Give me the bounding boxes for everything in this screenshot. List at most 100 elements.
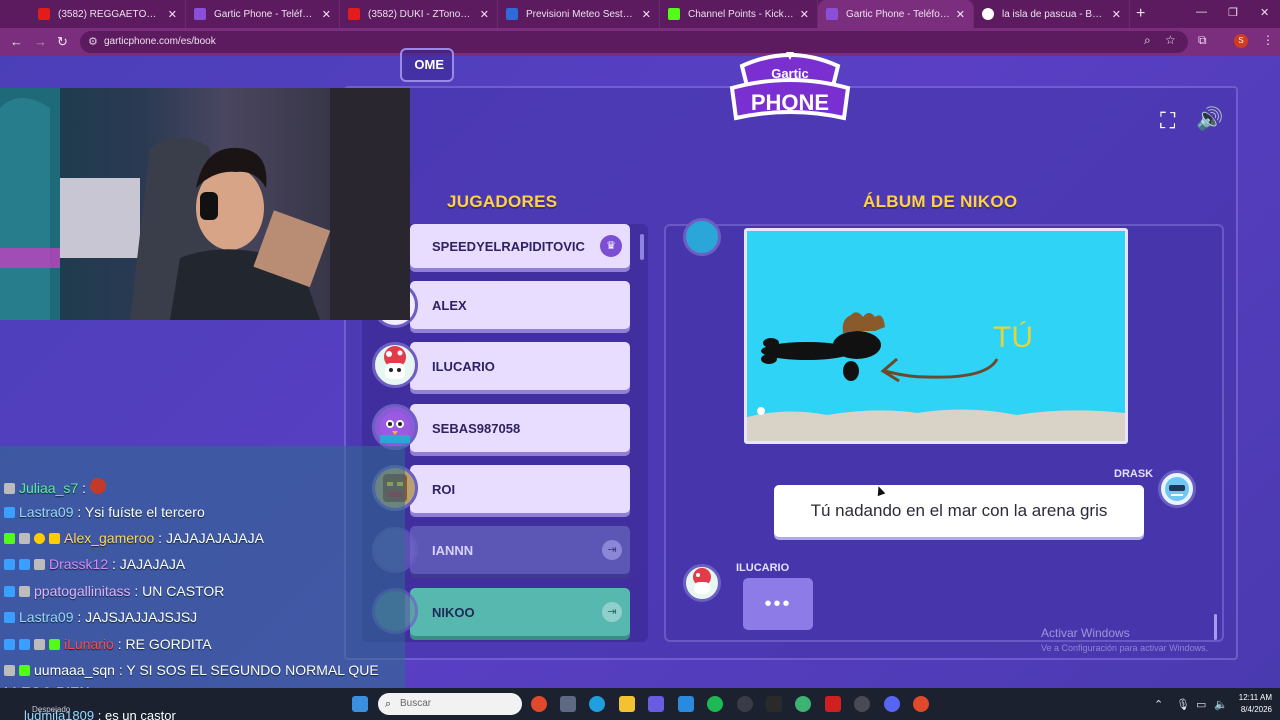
folder-icon[interactable]	[619, 696, 635, 712]
restore-icon[interactable]: ❐	[1228, 6, 1238, 19]
back-icon[interactable]: ←	[10, 34, 23, 49]
badge-icon	[19, 586, 30, 597]
album-scrollbar[interactable]	[1214, 614, 1217, 640]
discord-icon[interactable]	[884, 696, 900, 712]
svg-text:Gartic: Gartic	[771, 66, 809, 81]
spotify-icon[interactable]	[707, 696, 723, 712]
profile-avatar[interactable]: S	[1234, 34, 1248, 48]
close-icon[interactable]: ✕	[800, 8, 809, 21]
home-button[interactable]: OME	[400, 48, 454, 82]
speaker-icon[interactable]: 🔈	[1214, 698, 1228, 711]
album-drawing: TÚ	[744, 228, 1128, 444]
mic-icon[interactable]: 🎙	[1176, 698, 1190, 711]
obs-icon[interactable]	[737, 696, 753, 712]
badge-icon	[19, 533, 30, 544]
widgets-icon[interactable]	[560, 696, 576, 712]
left-game-icon: ⇥	[602, 602, 622, 622]
chrome-icon[interactable]	[531, 696, 547, 712]
player-item[interactable]: ILUCARIO	[410, 342, 630, 390]
close-icon[interactable]: ✕	[480, 8, 489, 21]
ilucario-name: ILUCARIO	[736, 562, 790, 574]
app-icon[interactable]	[825, 696, 841, 712]
badge-icon	[4, 586, 15, 597]
gartic-phone-logo: Gartic PHONE	[729, 52, 851, 121]
tab-meteo[interactable]: Previsioni Meteo Sestri levante✕	[498, 0, 660, 28]
close-icon[interactable]: ✕	[956, 8, 965, 21]
chat-line: iLunario : RE GORDITA	[4, 636, 212, 652]
badge-icon	[34, 639, 45, 650]
player-item[interactable]: IANNN ⇥	[410, 526, 630, 574]
windows-taskbar: Despejado ludmila1809 : es un castor ⌕ Bu…	[0, 688, 1280, 720]
badge-icon	[19, 665, 30, 676]
new-tab-button[interactable]: +	[1136, 5, 1145, 23]
minimize-icon[interactable]: —	[1196, 6, 1207, 18]
url-field[interactable]: ⚙ garticphone.com/es/book	[80, 31, 1188, 53]
player-item[interactable]: ROI	[410, 465, 630, 513]
tray-chevron-icon[interactable]: ⌃	[1154, 698, 1163, 711]
mail-icon[interactable]	[678, 696, 694, 712]
chat-line: Lastra09 : Ysi fuíste el tercero	[4, 504, 205, 520]
player-item[interactable]: NIKOO ⇥	[410, 588, 630, 636]
album-title: ÁLBUM DE NIKOO	[863, 192, 1018, 211]
extensions-icon[interactable]: ⧉	[1198, 33, 1207, 48]
left-game-icon: ⇥	[602, 540, 622, 560]
players-title: JUGADORES	[447, 192, 558, 211]
google-icon	[982, 8, 994, 20]
close-icon[interactable]: ✕	[1112, 8, 1121, 21]
tab-reggaeton[interactable]: (3582) REGGAETÓN OLD SCHO✕	[30, 0, 186, 28]
browser-tab-bar: (3582) REGGAETÓN OLD SCHO✕ Gartic Phone …	[0, 0, 1280, 28]
reload-icon[interactable]: ↻	[57, 34, 68, 50]
chat-line: Drassk12 : JAJAJAJA	[4, 556, 185, 572]
badge-icon	[4, 483, 15, 494]
avatar	[372, 342, 418, 388]
chat-line: Alex_gameroo : JAJAJAJAJAJA	[4, 530, 264, 546]
player-item[interactable]: SEBAS987058	[410, 404, 630, 452]
tab-isla-pascua[interactable]: la isla de pascua - Buscar con G✕	[974, 0, 1130, 28]
search-icon: ⌕	[385, 698, 392, 710]
badge-icon	[4, 507, 15, 518]
player-item[interactable]: ALEX	[410, 281, 630, 329]
menu-icon[interactable]: ⋮	[1262, 33, 1274, 47]
close-icon[interactable]: ✕	[322, 8, 331, 21]
tab-gartic-active[interactable]: Gartic Phone - Teléfono Descon✕	[818, 0, 974, 28]
fullscreen-icon[interactable]: ⛶	[1160, 108, 1175, 134]
gartic-icon	[194, 8, 206, 20]
address-bar-row: ← → ↻ ⚙ garticphone.com/es/book	[0, 28, 1280, 56]
weather-site-icon	[506, 8, 518, 20]
zoom-icon[interactable]: ⌕	[1144, 33, 1151, 48]
windows-start-icon[interactable]	[352, 696, 368, 712]
volume-icon[interactable]: 🔊	[1196, 106, 1223, 132]
player-item[interactable]: SPEEDYELRAPIDITOVIC ♛	[410, 224, 630, 268]
players-scrollbar[interactable]	[640, 234, 644, 260]
epic-games-icon[interactable]	[766, 696, 782, 712]
close-icon[interactable]: ✕	[642, 8, 651, 21]
settings-icon[interactable]	[854, 696, 870, 712]
teams-icon[interactable]	[648, 696, 664, 712]
url-text: garticphone.com/es/book	[104, 36, 216, 47]
chat-line: Juliaa_s7 :	[4, 478, 110, 496]
tab-kick[interactable]: Channel Points - Kick Dashboar✕	[660, 0, 818, 28]
chrome-icon[interactable]	[913, 696, 929, 712]
edge-icon[interactable]	[589, 696, 605, 712]
display-icon[interactable]: ▭	[1196, 698, 1206, 711]
kick-icon	[668, 8, 680, 20]
taskbar-search[interactable]: ⌕ Buscar	[378, 693, 522, 715]
bookmark-star-icon[interactable]: ☆	[1165, 33, 1176, 47]
tab-gartic-1[interactable]: Gartic Phone - Teléfono Descon✕	[186, 0, 340, 28]
typing-indicator: •••	[743, 578, 813, 630]
tab-duki[interactable]: (3582) DUKI - ZTonos (Video Of✕	[340, 0, 498, 28]
badge-icon	[4, 612, 15, 623]
close-icon[interactable]: ✕	[168, 8, 177, 21]
guess-bubble: Tú nadando en el mar con la arena gris	[774, 485, 1144, 537]
activate-windows-title: Activar Windows	[1041, 626, 1130, 640]
activate-windows-sub: Ve a Configuración para activar Windows.	[1041, 643, 1209, 653]
close-window-icon[interactable]: ✕	[1260, 6, 1269, 19]
globe-icon[interactable]	[795, 696, 811, 712]
site-info-icon[interactable]: ⚙	[88, 35, 98, 48]
chat-line: Lastra09 : JAJSJAJJAJSJSJ	[4, 609, 197, 625]
avatar	[683, 564, 721, 602]
avatar	[372, 404, 418, 450]
forward-icon[interactable]: →	[34, 34, 47, 49]
youtube-icon	[38, 8, 50, 20]
taskbar-clock[interactable]: 12:11 AM 8/4/2026	[1232, 692, 1272, 716]
